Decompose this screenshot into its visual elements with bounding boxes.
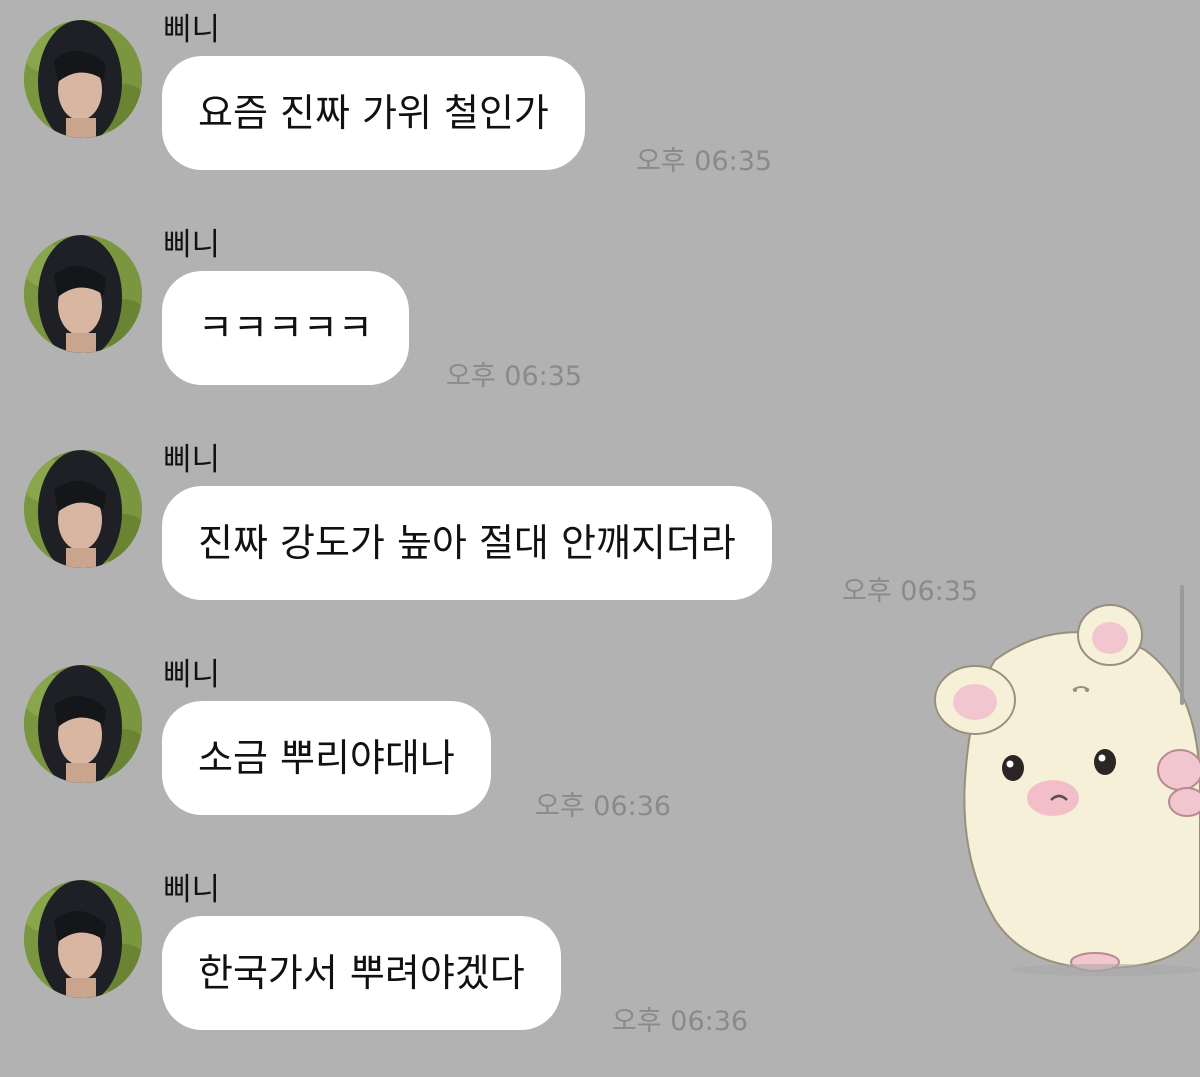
- message-time: 오후 06:36: [535, 791, 672, 822]
- profile-photo-icon[interactable]: [24, 235, 142, 353]
- message-time: 오후 06:35: [636, 146, 773, 177]
- message-bubble[interactable]: 진짜 강도가 높아 절대 안깨지더라: [162, 486, 772, 600]
- message-time: 오후 06:35: [446, 361, 583, 392]
- profile-photo-icon[interactable]: [24, 450, 142, 568]
- message-bubble[interactable]: 소금 뿌리야대나: [162, 701, 491, 815]
- message-row: 삐니 요즘 진짜 가위 철인가 오후 06:35: [0, 0, 1200, 200]
- sender-name: 삐니: [163, 657, 221, 693]
- hamster-sticker-icon[interactable]: [925, 590, 1200, 980]
- message-bubble[interactable]: 한국가서 뿌려야겠다: [162, 916, 561, 1030]
- profile-photo-icon[interactable]: [24, 880, 142, 998]
- profile-photo-icon[interactable]: [24, 20, 142, 138]
- message-row: 삐니 ㅋㅋㅋㅋㅋ 오후 06:35: [0, 215, 1200, 415]
- profile-photo-icon[interactable]: [24, 665, 142, 783]
- sender-name: 삐니: [163, 227, 221, 263]
- sender-name: 삐니: [163, 12, 221, 48]
- message-bubble[interactable]: 요즘 진짜 가위 철인가: [162, 56, 585, 170]
- message-time: 오후 06:36: [612, 1006, 749, 1037]
- message-bubble[interactable]: ㅋㅋㅋㅋㅋ: [162, 271, 409, 385]
- sender-name: 삐니: [163, 442, 221, 478]
- scrollbar[interactable]: [1180, 585, 1184, 705]
- chat-view[interactable]: 삐니 요즘 진짜 가위 철인가 오후 06:35 삐니 ㅋㅋㅋㅋㅋ 오후 06:…: [0, 0, 1200, 1077]
- sender-name: 삐니: [163, 872, 221, 908]
